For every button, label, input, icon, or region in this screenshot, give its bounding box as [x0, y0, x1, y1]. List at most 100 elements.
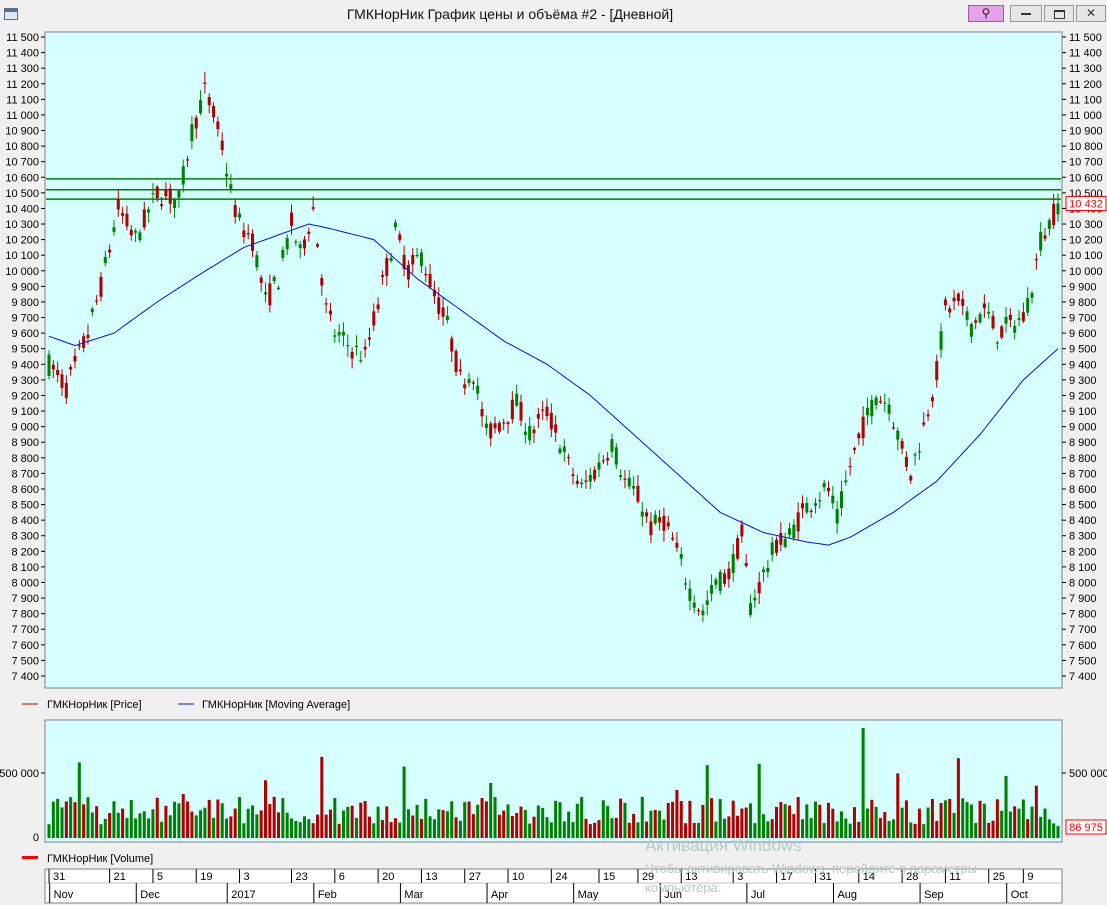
candle-up — [835, 509, 839, 524]
close-icon[interactable] — [1076, 5, 1106, 22]
volume-bar — [623, 802, 627, 838]
price-tick-label: 10 700 — [1069, 157, 1103, 169]
candle-down — [571, 474, 575, 477]
volume-bar — [160, 821, 164, 838]
volume-bar — [658, 810, 662, 838]
candle-up — [523, 431, 527, 435]
candle-up — [103, 256, 107, 264]
volume-bar — [883, 812, 887, 838]
volume-bar — [194, 815, 198, 838]
price-tick-label: 11 100 — [1069, 94, 1102, 106]
candle-up — [181, 166, 185, 185]
volume-bar — [350, 805, 354, 838]
price-tick-label: 7 800 — [11, 609, 39, 621]
volume-bar — [666, 802, 670, 838]
volume-bar — [138, 813, 142, 838]
volume-bar — [852, 807, 856, 838]
candle-down — [372, 311, 376, 326]
volume-bar — [467, 801, 471, 838]
candle-up — [1013, 326, 1017, 333]
candle-down — [1034, 258, 1038, 261]
volume-bar — [367, 816, 371, 838]
candle-down — [463, 384, 467, 389]
price-volume-chart[interactable]: 7 400 7 500 7 600 7 700 7 800 7 900 8 000 8 100… — [0, 28, 1107, 905]
minimize-icon[interactable] — [1010, 5, 1042, 22]
volume-bar — [969, 804, 973, 838]
price-panel[interactable] — [44, 31, 1063, 689]
candle-down — [220, 140, 224, 150]
volume-bar — [519, 806, 523, 838]
volume-bar — [956, 758, 960, 838]
volume-bar — [125, 818, 129, 838]
volume-bar — [220, 803, 224, 838]
candle-down — [493, 423, 497, 429]
volume-bar — [315, 814, 320, 838]
volume-bar — [376, 806, 380, 838]
candle-up — [978, 314, 982, 323]
price-tick-label: 7 600 — [1069, 640, 1097, 652]
candle-up — [484, 423, 488, 429]
candle-down — [125, 213, 129, 227]
candle-up — [199, 100, 203, 114]
price-tick-label: 10 400 — [5, 203, 39, 215]
volume-bar — [809, 818, 813, 838]
price-tick-label: 8 400 — [1069, 515, 1097, 527]
candle-down — [1043, 235, 1047, 239]
restore-icon[interactable] — [1044, 5, 1074, 22]
price-tick-label: 9 700 — [11, 313, 39, 325]
price-tick-label: 9 900 — [1069, 281, 1097, 293]
candle-down — [961, 298, 965, 306]
candle-up — [272, 277, 276, 282]
price-tick-label: 10 100 — [5, 250, 39, 262]
volume-bar — [926, 807, 930, 838]
volume-bar — [679, 801, 683, 838]
volume-bar — [497, 814, 501, 838]
candle-up — [415, 254, 419, 257]
volume-bar — [103, 818, 107, 838]
candle-down — [311, 207, 315, 209]
volume-bar — [1021, 799, 1025, 838]
volume-bar — [333, 798, 337, 838]
volume-bar — [307, 819, 311, 838]
volume-bar — [1004, 776, 1008, 838]
candle-up — [995, 342, 999, 344]
candle-down — [891, 427, 895, 429]
volume-bar — [640, 796, 644, 838]
volume-bar — [1039, 816, 1043, 838]
candle-down — [121, 213, 125, 216]
volume-bar — [900, 807, 904, 838]
pin-icon[interactable]: ⚲ — [968, 5, 1004, 22]
activation-watermark-line1: Чтобы активировать Windows, перейдите в … — [645, 861, 978, 876]
volume-bar — [441, 810, 445, 838]
candle-down — [411, 254, 415, 265]
volume-bar — [389, 822, 393, 838]
candle-down — [164, 190, 168, 197]
candle-up — [90, 308, 94, 313]
candle-down — [779, 533, 783, 545]
date-day-label: 3 — [244, 871, 250, 883]
candle-up — [805, 503, 809, 513]
volume-bar — [337, 823, 341, 838]
candle-up — [701, 610, 705, 616]
candle-down — [878, 401, 882, 403]
volume-bar — [857, 821, 861, 838]
price-tick-label: 9 600 — [11, 328, 39, 340]
date-month-label: Mar — [404, 889, 423, 901]
price-tick-label: 7 700 — [1069, 624, 1097, 636]
volume-bar — [324, 814, 328, 838]
volume-bar — [532, 816, 536, 838]
candle-down — [471, 382, 475, 384]
candle-down — [645, 512, 649, 517]
candle-up — [813, 503, 818, 506]
candle-down — [64, 383, 68, 399]
price-tick-label: 11 200 — [6, 79, 39, 91]
volume-bar — [108, 813, 112, 838]
volume-bar — [567, 811, 571, 838]
candle-up — [939, 331, 943, 350]
volume-bar — [848, 823, 852, 838]
volume-bar — [775, 806, 779, 838]
candle-down — [922, 422, 926, 425]
volume-bar — [870, 799, 874, 838]
candle-up — [883, 402, 887, 404]
volume-bar — [593, 822, 597, 838]
